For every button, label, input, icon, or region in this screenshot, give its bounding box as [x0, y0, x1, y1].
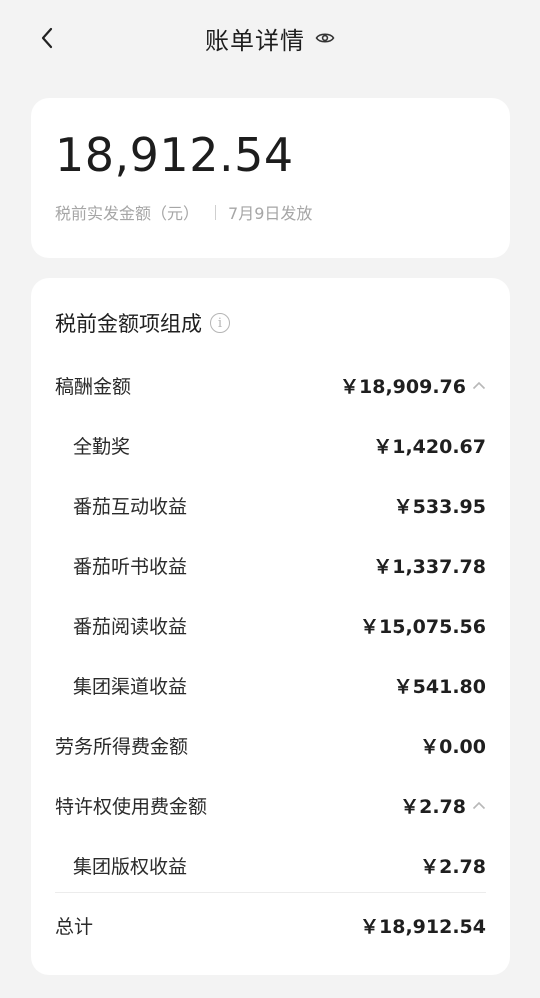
row-royalty[interactable]: 稿酬金额 ￥18,909.76 [55, 365, 486, 405]
row-label: 特许权使用费金额 [55, 795, 208, 818]
summary-card: 18,912.54 税前实发金额（元） 7月9日发放 [31, 98, 510, 258]
back-arrow-icon [41, 27, 53, 49]
row-attendance-bonus: 全勤奖 ￥1,420.67 [55, 425, 486, 465]
row-audiobook-income: 番茄听书收益 ￥1,337.78 [55, 545, 486, 585]
row-label: 全勤奖 [73, 435, 131, 458]
row-group-copyright-income: 集团版权收益 ￥2.78 [55, 845, 486, 885]
title-group: 账单详情 [205, 21, 335, 56]
pay-date: 7月9日发放 [228, 204, 313, 223]
row-interaction-income: 番茄互动收益 ￥533.95 [55, 485, 486, 525]
row-value: ￥15,075.56 [360, 615, 486, 638]
row-royalty-license[interactable]: 特许权使用费金额 ￥2.78 [55, 785, 486, 825]
amount-label: 税前实发金额（元） [55, 204, 200, 223]
back-button[interactable] [32, 22, 62, 54]
row-label: 集团版权收益 [73, 855, 188, 878]
row-value: ￥2.78 [420, 855, 486, 878]
row-value: ￥1,420.67 [373, 435, 486, 458]
row-label: 劳务所得费金额 [55, 735, 189, 758]
row-label: 番茄听书收益 [73, 555, 188, 578]
row-label: 番茄互动收益 [73, 495, 188, 518]
chevron-up-icon[interactable] [472, 798, 486, 812]
row-value: ￥533.95 [393, 495, 486, 518]
row-value: ￥2.78 [400, 795, 466, 818]
section-title-text: 税前金额项组成 [55, 312, 202, 336]
row-value: ￥0.00 [420, 735, 486, 758]
divider [55, 892, 486, 893]
eye-icon[interactable] [315, 28, 335, 48]
chevron-up-icon[interactable] [472, 378, 486, 392]
net-amount: 18,912.54 [55, 128, 294, 182]
row-total: 总计 ￥18,912.54 [55, 905, 486, 945]
row-group-channel-income: 集团渠道收益 ￥541.80 [55, 665, 486, 705]
row-value: ￥541.80 [393, 675, 486, 698]
row-labor-income: 劳务所得费金额 ￥0.00 [55, 725, 486, 765]
top-bar: 账单详情 [0, 0, 540, 76]
row-value: ￥18,909.76 [340, 375, 466, 398]
row-label: 集团渠道收益 [73, 675, 188, 698]
row-value: ￥1,337.78 [373, 555, 486, 578]
summary-meta: 税前实发金额（元） 7月9日发放 [55, 200, 312, 224]
row-label: 稿酬金额 [55, 375, 132, 398]
row-reading-income: 番茄阅读收益 ￥15,075.56 [55, 605, 486, 645]
row-label: 番茄阅读收益 [73, 615, 188, 638]
info-icon[interactable]: i [210, 313, 230, 333]
page-title: 账单详情 [205, 26, 305, 55]
total-label: 总计 [55, 915, 94, 938]
section-title: 税前金额项组成 i [55, 308, 230, 338]
breakdown-card: 税前金额项组成 i 稿酬金额 ￥18,909.76 全勤奖 ￥1,420.67 … [31, 278, 510, 975]
total-value: ￥18,912.54 [360, 915, 486, 938]
meta-divider [215, 204, 217, 220]
